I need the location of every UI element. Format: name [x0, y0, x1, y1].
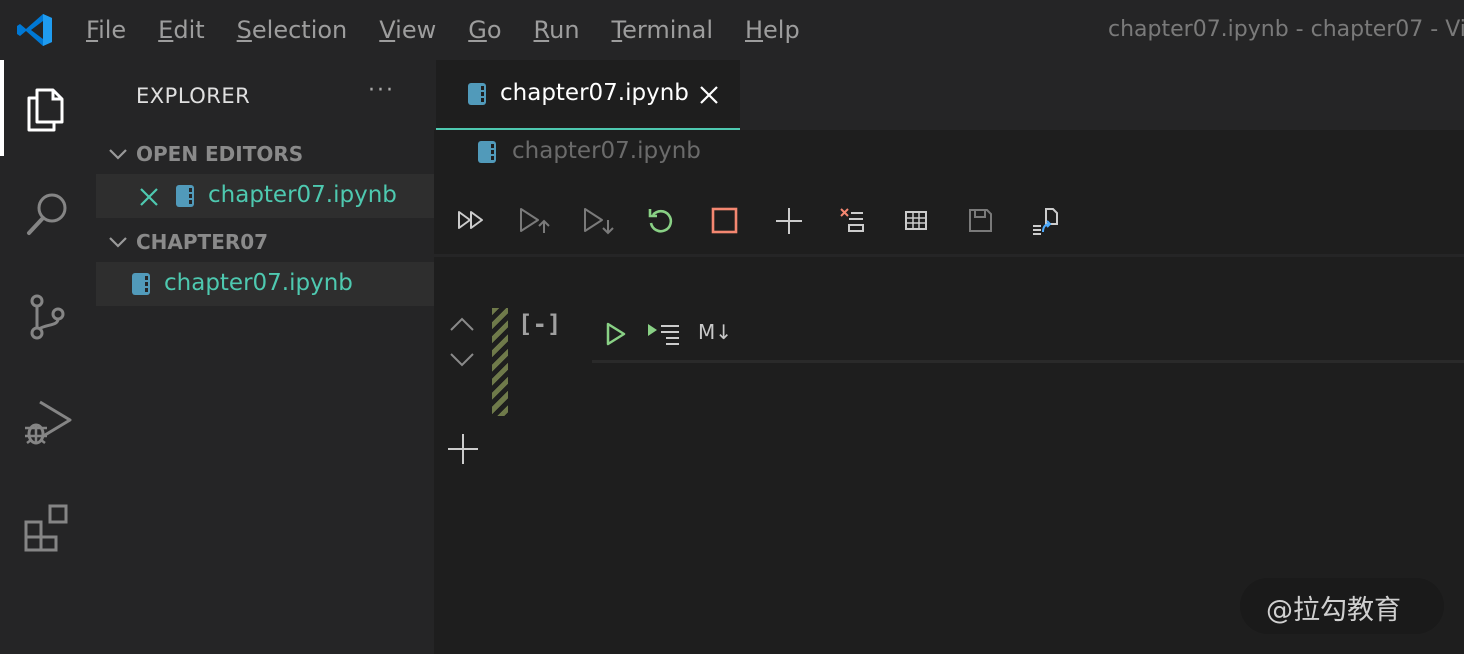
- export-button[interactable]: [1022, 198, 1066, 242]
- chevron-down-icon: [109, 149, 127, 160]
- run-above-icon: [520, 208, 550, 233]
- activity-explorer[interactable]: [0, 60, 96, 156]
- menu-edit[interactable]: Edit: [158, 14, 204, 46]
- open-editors-section[interactable]: OPEN EDITORS: [96, 134, 434, 174]
- run-all-icon: [458, 211, 483, 229]
- activity-bar: [0, 60, 96, 654]
- close-icon[interactable]: [138, 186, 160, 208]
- notebook-icon: [132, 273, 150, 295]
- watermark: @拉勾教育: [1240, 578, 1444, 634]
- notebook-icon: [478, 141, 496, 163]
- save-button[interactable]: [958, 198, 1002, 242]
- cell-selection-bar: [492, 308, 508, 416]
- file-name: chapter07.ipynb: [164, 270, 353, 296]
- menu-selection[interactable]: Selection: [237, 14, 348, 46]
- restart-kernel-button[interactable]: [638, 198, 682, 242]
- window-title: chapter07.ipynb - chapter07 - Visu: [1108, 17, 1464, 42]
- open-editor-filename: chapter07.ipynb: [208, 182, 397, 208]
- activity-extensions[interactable]: [0, 480, 96, 576]
- tab-bar: chapter07.ipynb: [434, 60, 1464, 130]
- menu-view[interactable]: View: [379, 14, 436, 46]
- file-item[interactable]: chapter07.ipynb: [96, 262, 434, 306]
- breadcrumb-filename: chapter07.ipynb: [512, 138, 701, 164]
- export-icon: [1033, 208, 1058, 235]
- search-icon: [27, 193, 67, 235]
- run-below-button[interactable]: [574, 198, 618, 242]
- cell-editor-divider: [592, 360, 1464, 363]
- explorer-sidebar: EXPLORER ··· OPEN EDITORS chapter07.ipyn…: [96, 60, 434, 654]
- interrupt-kernel-icon: [711, 207, 738, 234]
- vscode-logo-icon: [16, 12, 54, 48]
- run-cell-icon[interactable]: [604, 320, 628, 348]
- notebook-cell[interactable]: [-] M↓: [434, 300, 1464, 500]
- add-cell-icon[interactable]: [446, 432, 480, 466]
- folder-label: CHAPTER07: [136, 230, 269, 254]
- open-editors-label: OPEN EDITORS: [136, 142, 304, 166]
- menu-terminal[interactable]: Terminal: [612, 14, 713, 46]
- run-below-icon: [584, 208, 614, 235]
- add-cell-button[interactable]: [766, 198, 810, 242]
- watermark-text: @拉勾教育: [1266, 595, 1401, 626]
- tab-label: chapter07.ipynb: [500, 80, 689, 106]
- interrupt-kernel-button[interactable]: [702, 198, 746, 242]
- activity-search[interactable]: [0, 166, 96, 262]
- files-icon: [27, 88, 64, 132]
- open-editor-item[interactable]: chapter07.ipynb: [96, 174, 434, 218]
- title-bar: File Edit Selection View Go Run Terminal…: [0, 0, 1464, 60]
- menu-go[interactable]: Go: [468, 14, 501, 46]
- chevron-down-icon: [109, 237, 127, 248]
- menu-file[interactable]: File: [86, 14, 126, 46]
- clear-outputs-button[interactable]: [830, 198, 874, 242]
- source-control-icon: [30, 294, 65, 340]
- variables-icon: [905, 211, 927, 230]
- activity-run-debug[interactable]: [0, 376, 96, 472]
- add-cell-icon: [776, 208, 802, 234]
- close-icon[interactable]: [698, 84, 720, 106]
- menu-run[interactable]: Run: [534, 14, 580, 46]
- clear-outputs-icon: [840, 208, 864, 232]
- notebook-icon: [176, 185, 194, 207]
- activity-source-control[interactable]: [0, 270, 96, 366]
- run-above-button[interactable]: [510, 198, 554, 242]
- folder-section[interactable]: CHAPTER07: [96, 222, 434, 262]
- more-actions-icon[interactable]: ···: [368, 78, 395, 103]
- run-cell-and-below-icon[interactable]: [646, 320, 682, 348]
- execution-count: [-]: [518, 310, 562, 338]
- run-all-button[interactable]: [448, 198, 492, 242]
- notebook-icon: [468, 83, 486, 105]
- tab-chapter07[interactable]: chapter07.ipynb: [436, 60, 740, 130]
- save-icon: [969, 209, 992, 232]
- extensions-icon: [24, 504, 68, 552]
- chevron-up-icon[interactable]: [448, 314, 476, 334]
- menu-help[interactable]: Help: [745, 14, 800, 46]
- explorer-title: EXPLORER: [136, 84, 251, 108]
- menu-bar: File Edit Selection View Go Run Terminal…: [86, 14, 832, 46]
- run-debug-icon: [25, 400, 72, 445]
- variables-button[interactable]: [894, 198, 938, 242]
- notebook-toolbar: [434, 190, 1464, 257]
- restart-kernel-icon: [648, 209, 673, 233]
- chevron-down-icon[interactable]: [448, 350, 476, 370]
- editor-area: chapter07.ipynb chapter07.ipynb [-] M↓: [434, 60, 1464, 654]
- markdown-toggle[interactable]: M↓: [698, 320, 732, 344]
